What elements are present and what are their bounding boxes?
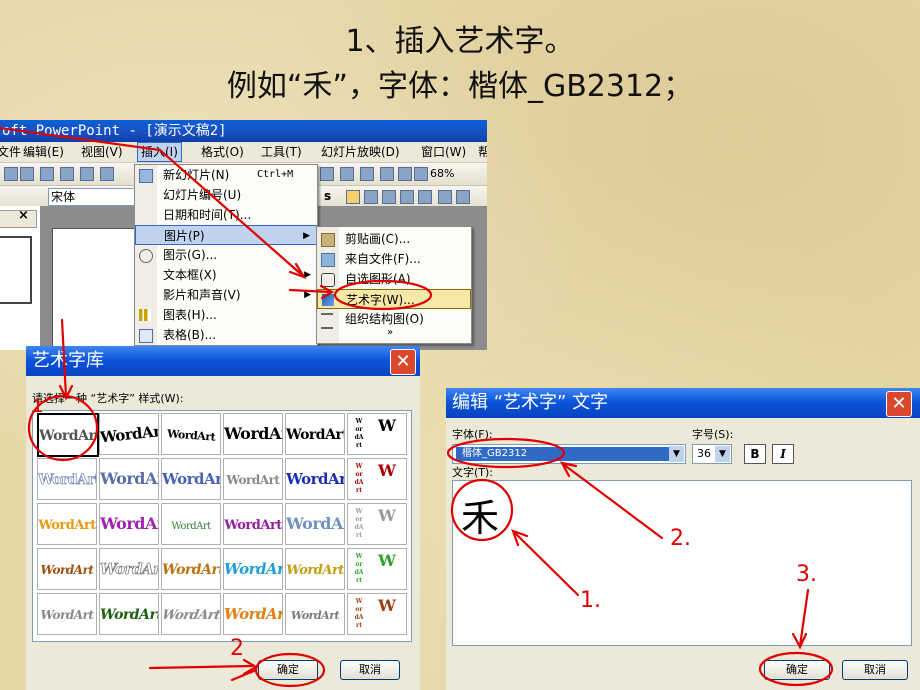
annotation-label-1: 1	[32, 396, 44, 417]
annotation-layer	[0, 126, 834, 688]
annotation-label-step2: 2.	[670, 526, 691, 551]
annotation-arrow-gallery	[60, 318, 68, 398]
annotation-circle-edit-ok	[758, 651, 834, 687]
annotation-circle-ok	[254, 652, 326, 688]
annotation-circle-wordart	[333, 279, 433, 311]
annotation-arrowhead	[791, 632, 808, 650]
annotation-arrow-font	[561, 462, 664, 540]
annotation-arrow-text	[512, 530, 580, 597]
annotation-circle-text	[450, 478, 514, 542]
annotation-circle-font	[446, 437, 566, 469]
annotation-arrow-menu	[0, 126, 304, 277]
annotation-label-2: 2	[230, 636, 244, 661]
annotation-label-step3: 3.	[796, 562, 817, 587]
annotation-label-step1: 1.	[580, 588, 601, 613]
annotation-arrow-wordart	[288, 288, 332, 294]
annotation-arrow-ok	[148, 664, 254, 670]
